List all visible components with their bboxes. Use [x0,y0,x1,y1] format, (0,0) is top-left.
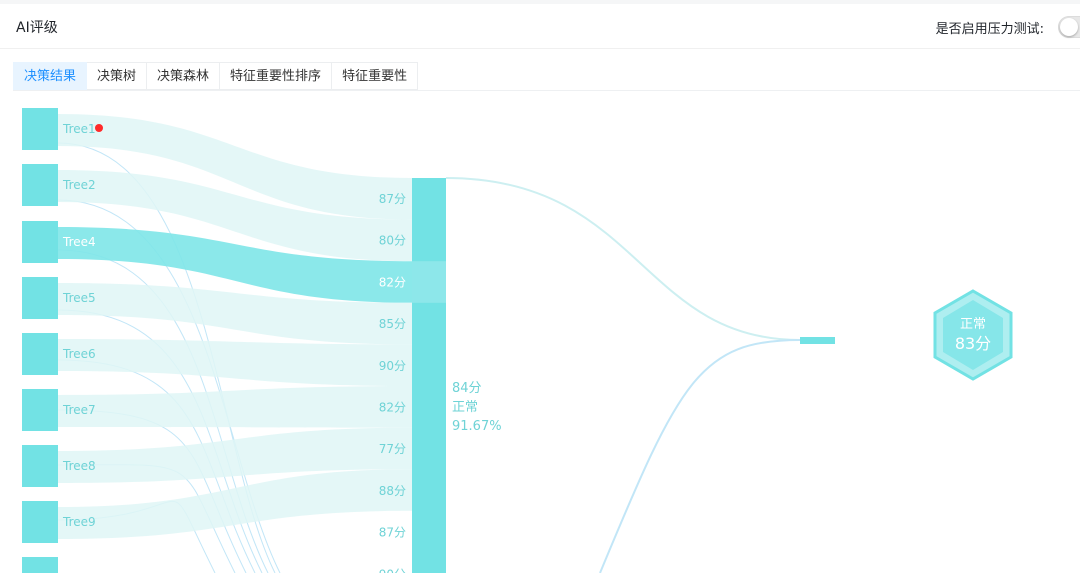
tree-label: Tree4 [62,235,96,249]
tree-node[interactable] [22,108,58,150]
result-hexagon[interactable]: 正常 83分 [933,289,1013,381]
score-label: 77分 [379,442,406,456]
aggregate-label: 91.67% [452,419,502,434]
tree-link [58,339,412,386]
tree-node[interactable] [22,445,58,487]
tree-label: Tree5 [62,291,96,305]
tree-node[interactable] [22,389,58,431]
tree-label: Tree7 [62,403,96,417]
result-label: 正常 [960,317,986,332]
tree-label: Tree2 [62,178,96,192]
aggregate-label: 84分 [452,381,482,396]
tree-score-links [58,114,412,539]
score-label: 82分 [379,401,406,415]
tree-label: Tree6 [62,347,96,361]
tree-label: Tree8 [62,459,96,473]
aggregate-label: 正常 [452,400,478,415]
tree-node[interactable] [22,333,58,375]
tree-node[interactable] [22,221,58,263]
tree-node[interactable] [22,557,58,573]
score-label: 80分 [379,234,406,248]
tree-node[interactable] [22,501,58,543]
score-label: 90分 [379,359,406,373]
tree-label: Tree9 [62,515,96,529]
aggregate-link-top [445,177,801,341]
aggregate-links [445,177,801,573]
score-label: 82分 [379,275,406,289]
sankey-diagram: Tree1 Tree2 Tree4 Tree5 Tree6 Tree7 Tree8 Tree9… [22,108,1013,573]
score-highlight [412,261,446,303]
aggregate-link-bottom [599,339,801,573]
score-label: 87分 [379,192,406,206]
result-score: 83分 [955,334,991,353]
score-label: 87分 [379,526,406,540]
score-bar[interactable] [412,178,446,573]
tree-label: Tree1 [62,122,96,136]
tree-node[interactable] [22,164,58,206]
alert-dot [95,124,103,132]
tree-node[interactable] [22,277,58,319]
tree-link [58,386,412,428]
thin-link [57,409,247,573]
score-label: 85分 [379,317,406,331]
score-label: 90分 [379,567,406,573]
result-node[interactable] [800,337,835,344]
score-label: 88分 [379,484,406,498]
